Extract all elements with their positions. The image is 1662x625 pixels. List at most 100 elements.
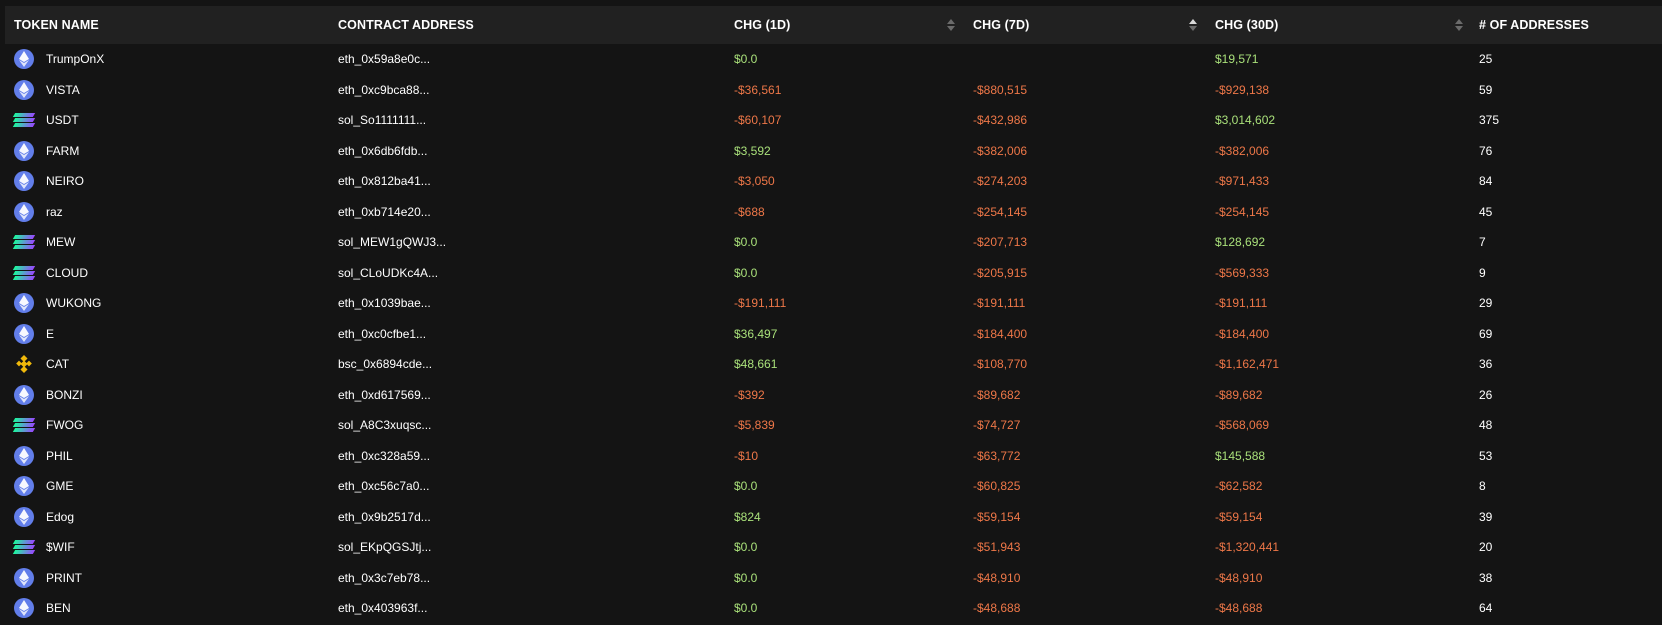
- chg-1d-value: -$3,050: [734, 174, 775, 189]
- sort-30d-icon[interactable]: [1455, 19, 1463, 32]
- chg-30d-value: -$59,154: [1215, 509, 1263, 524]
- header-chg-1d[interactable]: CHG (1D): [734, 6, 790, 44]
- contract-address[interactable]: eth_0xb714e20...: [338, 197, 431, 228]
- contract-address[interactable]: eth_0x1039bae...: [338, 288, 431, 319]
- token-name[interactable]: $WIF: [46, 532, 75, 563]
- chg-30d-value: $145,588: [1215, 448, 1266, 463]
- contract-address[interactable]: eth_0x3c7eb78...: [338, 563, 430, 594]
- chg-30d-value: -$48,688: [1215, 601, 1263, 616]
- contract-address[interactable]: sol_EKpQGSJtj...: [338, 532, 431, 563]
- contract-address[interactable]: sol_So1111111...: [338, 105, 426, 136]
- token-name[interactable]: Edog: [46, 502, 74, 533]
- contract-address[interactable]: sol_CLoUDKc4A...: [338, 258, 438, 289]
- header-token-name[interactable]: TOKEN NAME: [14, 6, 99, 44]
- table-row[interactable]: BONZI eth_0xd617569... -$392 -$89,682 -$89,6…: [5, 380, 1662, 411]
- token-name[interactable]: CAT: [46, 349, 69, 380]
- table-row[interactable]: TrumpOnX eth_0x59a8e0c... $0.0 $19,571 25: [5, 44, 1662, 75]
- chg-1d-value: $0.0: [734, 52, 758, 67]
- table-row[interactable]: FWOG sol_A8C3xuqsc... -$5,839 -$74,727 -$568…: [5, 410, 1662, 441]
- token-name[interactable]: GME: [46, 471, 73, 502]
- chg-30d-value: -$254,145: [1215, 204, 1270, 219]
- token-name[interactable]: E: [46, 319, 54, 350]
- chg-30d-value: -$184,400: [1215, 326, 1270, 341]
- table-row[interactable]: WUKONG eth_0x1039bae... -$191,111 -$191,111…: [5, 288, 1662, 319]
- table-row[interactable]: GME eth_0xc56c7a0... $0.0 -$60,825 -$62,582 8: [5, 471, 1662, 502]
- token-name[interactable]: CLOUD: [46, 258, 88, 289]
- contract-address[interactable]: eth_0xc56c7a0...: [338, 471, 429, 502]
- eth-icon: [14, 323, 34, 344]
- table-row[interactable]: Eeth_0xc0cfbe1... $36,497 -$184,400 -$184,4…: [5, 319, 1662, 350]
- chg-7d-value: -$274,203: [973, 174, 1028, 189]
- contract-address[interactable]: eth_0xc0cfbe1...: [338, 319, 426, 350]
- contract-address[interactable]: bsc_0x6894cde...: [338, 349, 432, 380]
- address-count: 48: [1479, 418, 1493, 433]
- chg-7d-value: -$382,006: [973, 143, 1028, 158]
- eth-icon: [14, 140, 34, 161]
- contract-address[interactable]: eth_0x403963f...: [338, 593, 427, 624]
- chg-30d-value: -$89,682: [1215, 387, 1263, 402]
- chg-30d-value: $128,692: [1215, 235, 1266, 250]
- chg-1d-value: $36,497: [734, 326, 778, 341]
- header-chg-30d[interactable]: CHG (30D): [1215, 6, 1278, 44]
- chg-1d-value: -$191,111: [734, 296, 787, 311]
- contract-address[interactable]: sol_A8C3xuqsc...: [338, 410, 431, 441]
- bsc-icon: [14, 354, 34, 374]
- chg-1d-value: $824: [734, 509, 761, 524]
- table-row[interactable]: VISTA eth_0xc9bca88... -$36,561 -$880,515 -$…: [5, 75, 1662, 106]
- header-chg-7d[interactable]: CHG (7D): [973, 6, 1029, 44]
- chg-7d-value: -$432,986: [973, 113, 1028, 128]
- table-row[interactable]: PHIL eth_0xc328a59... -$10 -$63,772 $145,588…: [5, 441, 1662, 472]
- header-contract-address[interactable]: CONTRACT ADDRESS: [338, 6, 474, 44]
- token-name[interactable]: USDT: [46, 105, 79, 136]
- token-name[interactable]: VISTA: [46, 75, 80, 106]
- eth-icon: [14, 598, 34, 618]
- table-row[interactable]: $WIF sol_EKpQGSJtj... $0.0 -$51,943 -$1,320,…: [5, 532, 1662, 563]
- token-name[interactable]: FWOG: [46, 410, 83, 441]
- table-row[interactable]: NEIRO eth_0x812ba41... -$3,050 -$274,203 -$9…: [5, 166, 1662, 197]
- chg-7d-value: -$89,682: [973, 387, 1021, 402]
- token-name[interactable]: FARM: [46, 136, 79, 167]
- table-row[interactable]: USDT sol_So1111111... -$60,107 -$432,986 $3,…: [5, 105, 1662, 136]
- token-name[interactable]: WUKONG: [46, 288, 101, 319]
- contract-address[interactable]: eth_0xc328a59...: [338, 441, 430, 472]
- table-row[interactable]: Edog eth_0x9b2517d... $824 -$59,154 -$59,154…: [5, 502, 1662, 533]
- table-row[interactable]: CAT bsc_0x6894cde... $48,661 -$108,770 -$1,1…: [5, 349, 1662, 380]
- sort-7d-icon[interactable]: [1189, 19, 1197, 32]
- chg-30d-value: $19,571: [1215, 52, 1259, 67]
- token-name[interactable]: MEW: [46, 227, 75, 258]
- table-row[interactable]: PRINT eth_0x3c7eb78... $0.0 -$48,910 -$48,91…: [5, 563, 1662, 594]
- token-name[interactable]: raz: [46, 197, 63, 228]
- table-row[interactable]: MEW sol_MEW1gQWJ3... $0.0 -$207,713 $128,692…: [5, 227, 1662, 258]
- token-name[interactable]: PHIL: [46, 441, 73, 472]
- token-name[interactable]: PRINT: [46, 563, 82, 594]
- table-row[interactable]: CLOUD sol_CLoUDKc4A... $0.0 -$205,915 -$569,…: [5, 258, 1662, 289]
- chg-7d-value: -$191,111: [973, 296, 1026, 311]
- chg-7d-value: -$74,727: [973, 418, 1021, 433]
- sort-1d-icon[interactable]: [947, 19, 955, 32]
- header-num-addresses[interactable]: # OF ADDRESSES: [1479, 6, 1589, 44]
- chg-1d-value: $0.0: [734, 570, 758, 585]
- chg-7d-value: -$207,713: [973, 235, 1028, 250]
- contract-address[interactable]: sol_MEW1gQWJ3...: [338, 227, 446, 258]
- contract-address[interactable]: eth_0x9b2517d...: [338, 502, 431, 533]
- sol-icon: [12, 263, 36, 283]
- chg-30d-value: -$191,111: [1215, 296, 1268, 311]
- contract-address[interactable]: eth_0x6db6fdb...: [338, 136, 427, 167]
- contract-address[interactable]: eth_0xc9bca88...: [338, 75, 429, 106]
- eth-icon: [14, 567, 34, 588]
- token-name[interactable]: TrumpOnX: [46, 44, 104, 75]
- sol-icon: [12, 110, 36, 130]
- table-row[interactable]: FARM eth_0x6db6fdb... $3,592 -$382,006 -$382…: [5, 136, 1662, 167]
- token-name[interactable]: BEN: [46, 593, 71, 624]
- chg-30d-value: -$62,582: [1215, 479, 1263, 494]
- sol-icon: [12, 537, 36, 557]
- token-name[interactable]: NEIRO: [46, 166, 84, 197]
- contract-address[interactable]: eth_0xd617569...: [338, 380, 431, 411]
- table-row[interactable]: BEN eth_0x403963f... $0.0 -$48,688 -$48,688 6…: [5, 593, 1662, 624]
- eth-icon: [14, 79, 34, 100]
- token-name[interactable]: BONZI: [46, 380, 83, 411]
- address-count: 39: [1479, 509, 1493, 524]
- contract-address[interactable]: eth_0x812ba41...: [338, 166, 431, 197]
- contract-address[interactable]: eth_0x59a8e0c...: [338, 44, 430, 75]
- table-row[interactable]: raz eth_0xb714e20... -$688 -$254,145 -$254,1…: [5, 197, 1662, 228]
